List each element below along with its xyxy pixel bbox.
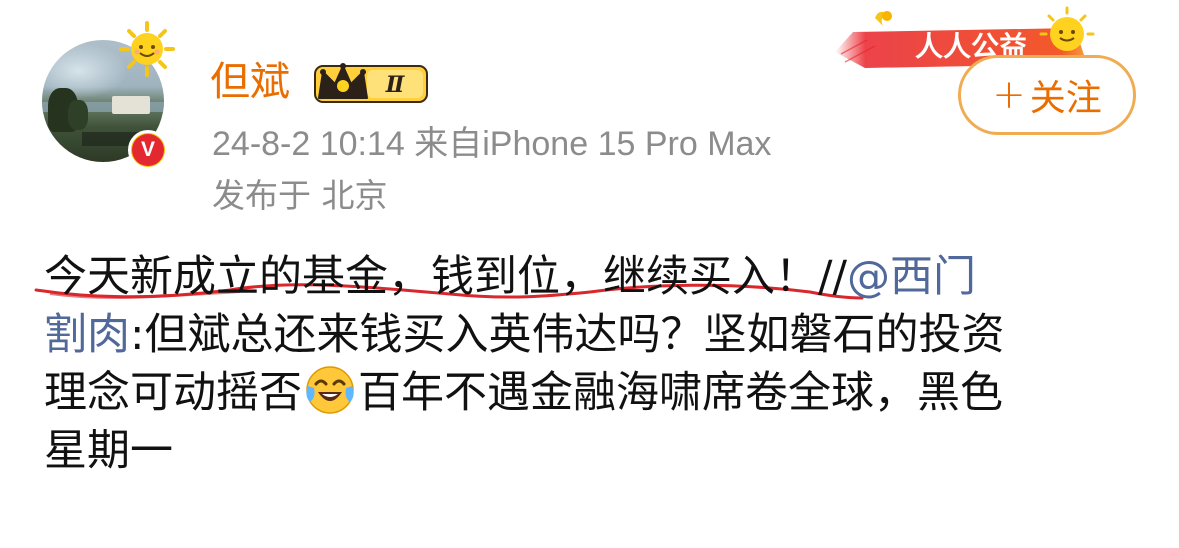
post-line: 割肉:但斌总还来钱买入英伟达吗？坚如磐石的投资 (44, 306, 1154, 364)
post-text: 今天新成立的基金，钱到位，继续买入！// (44, 252, 847, 302)
avatar-container[interactable]: V (42, 21, 175, 170)
post-line: 理念可动摇否 百年不遇金融海啸席卷全球，黑色 (44, 364, 1154, 422)
post-text: 理念可动摇否 (44, 368, 302, 418)
avatar-tree (68, 100, 88, 130)
verified-mark: V (132, 134, 164, 166)
level-text: Ⅱ (385, 72, 406, 98)
plus-icon: + (992, 72, 1026, 118)
laugh-cry-emoji-icon (306, 366, 354, 414)
post-text: 星期一 (44, 426, 173, 476)
username[interactable]: 但斌 (210, 56, 290, 108)
post-text: :但斌总还来钱买入英伟达吗？坚如磐石的投资 (130, 310, 1005, 360)
post-location: 发布于 北京 (212, 176, 388, 215)
post-line: 今天新成立的基金，钱到位，继续买入！//@西门 (44, 248, 1154, 306)
post-time-source: 24-8-2 10:14 来自iPhone 15 Pro Max (212, 125, 772, 163)
sun-pendant-icon (119, 21, 175, 77)
post-line: 星期一 (44, 422, 1154, 480)
mention-link[interactable]: @西门 (847, 252, 976, 302)
follow-button[interactable]: + 关注 (958, 55, 1136, 135)
mention-link[interactable]: 割肉 (44, 310, 130, 360)
avatar-building (112, 96, 150, 114)
post-text: 百年不遇金融海啸席卷全球，黑色 (358, 368, 1003, 418)
verified-badge: V (128, 130, 168, 170)
post-content: 今天新成立的基金，钱到位，继续买入！//@西门 割肉:但斌总还来钱买入英伟达吗？… (44, 248, 1154, 480)
follow-label: 关注 (1029, 78, 1102, 119)
member-level-badge-icon[interactable]: Ⅱ (313, 60, 431, 106)
